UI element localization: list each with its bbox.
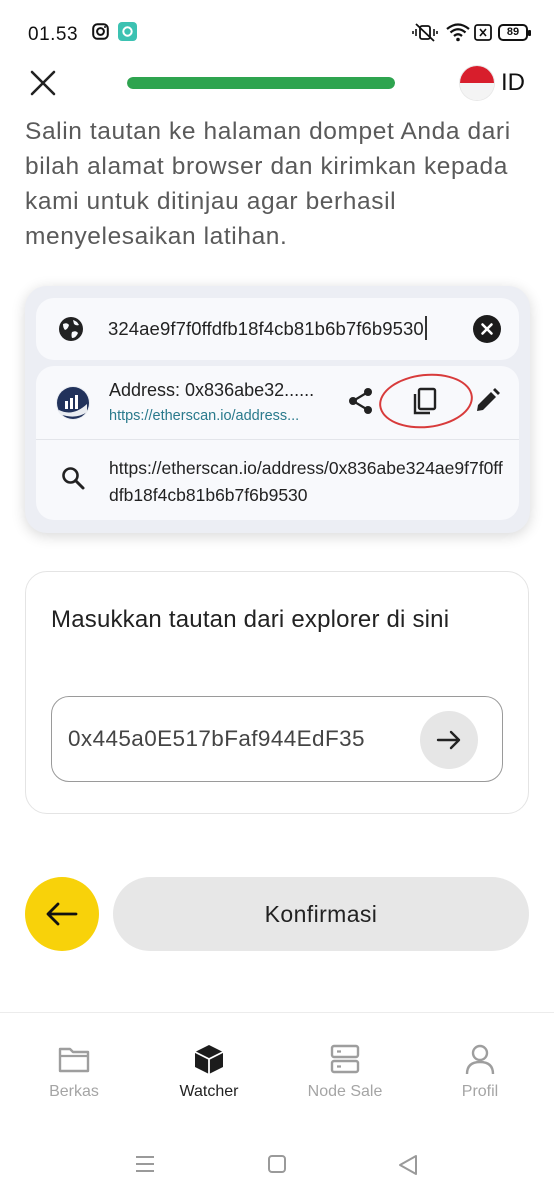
cube-icon (194, 1045, 224, 1074)
suggestion-url: https://etherscan.io/address... (109, 408, 300, 424)
clear-url-icon (473, 315, 501, 343)
nav-label-watcher: Watcher (179, 1083, 239, 1100)
edit-pencil-icon (477, 388, 500, 411)
explorer-link-input[interactable] (68, 721, 416, 757)
nav-label-berkas: Berkas (49, 1083, 99, 1100)
bottom-navigation: Berkas Watcher Node Sale Profil (0, 1012, 554, 1122)
browser-illustration: 324ae9f7f0ffdfb18f4cb81b6b7f6b9530 Addre… (25, 286, 530, 533)
globe-icon (59, 317, 83, 341)
flag-red-band (460, 66, 494, 83)
illustration-url-bar: 324ae9f7f0ffdfb18f4cb81b6b7f6b9530 (36, 298, 519, 360)
share-icon (349, 388, 372, 414)
search-icon (62, 467, 85, 490)
server-icon (330, 1044, 360, 1074)
flag-white-band (460, 83, 494, 100)
explorer-link-card: Masukkan tautan dari explorer di sini (25, 571, 529, 814)
suggestion-title: Address: 0x836abe32...... (109, 380, 315, 400)
close-button[interactable] (26, 66, 60, 100)
lesson-progress-bar (127, 77, 395, 89)
search-suggestion-url: https://etherscan.io/address/0x836abe324… (109, 458, 503, 505)
back-triangle-icon[interactable] (397, 1154, 419, 1176)
nav-label-profil: Profil (461, 1083, 499, 1100)
wifi-icon (446, 23, 470, 42)
arrow-left-icon (46, 902, 78, 926)
illustration-url-text: 324ae9f7f0ffdfb18f4cb81b6b7f6b9530 (108, 316, 427, 340)
language-switcher[interactable]: ID (460, 64, 540, 102)
nav-item-watcher[interactable]: Watcher (154, 1043, 264, 1119)
folder-icon (58, 1047, 90, 1073)
copy-icon (413, 387, 437, 415)
clear-x-icon (481, 323, 493, 335)
mute-vibrate-icon (412, 23, 438, 42)
text-caret (424, 316, 427, 340)
status-bar: 01.53 89 (0, 0, 554, 68)
app-notification-icon (118, 22, 137, 41)
submit-link-button[interactable] (420, 711, 478, 769)
language-code: ID (501, 69, 525, 96)
nav-item-berkas[interactable]: Berkas (19, 1043, 129, 1119)
close-icon (30, 70, 56, 96)
address-suggestion-row: Address: 0x836abe32...... https://ethers… (36, 366, 519, 440)
menu-icon[interactable] (134, 1154, 156, 1174)
illustration-url-value: 324ae9f7f0ffdfb18f4cb81b6b7f6b9530 (108, 318, 424, 339)
indonesia-flag-icon (460, 66, 494, 100)
user-icon (465, 1044, 495, 1075)
nav-item-node-sale[interactable]: Node Sale (290, 1043, 400, 1119)
nav-label-node-sale: Node Sale (307, 1083, 383, 1100)
battery-icon: 89 (498, 24, 531, 41)
nav-item-profil[interactable]: Profil (425, 1043, 535, 1119)
illustration-suggestions: Address: 0x836abe32...... https://ethers… (36, 366, 519, 520)
sim-icon (474, 24, 492, 41)
etherscan-logo-mark (57, 387, 89, 419)
instagram-icon (92, 23, 109, 40)
explorer-link-field[interactable] (51, 696, 503, 782)
arrow-right-icon (436, 730, 461, 750)
home-icon[interactable] (267, 1154, 287, 1174)
instruction-text: Salin tautan ke halaman dompet Anda dari… (25, 118, 511, 250)
etherscan-logo-icon (56, 386, 90, 420)
confirm-button[interactable]: Konfirmasi (113, 877, 529, 951)
search-suggestion-row: https://etherscan.io/address/0x836abe324… (36, 441, 519, 520)
status-time: 01.53 (28, 24, 79, 45)
explorer-link-label: Masukkan tautan dari explorer di sini (51, 606, 450, 633)
back-button[interactable] (25, 877, 99, 951)
lesson-progress-fill (127, 77, 395, 89)
system-navigation-bar (0, 1140, 554, 1200)
